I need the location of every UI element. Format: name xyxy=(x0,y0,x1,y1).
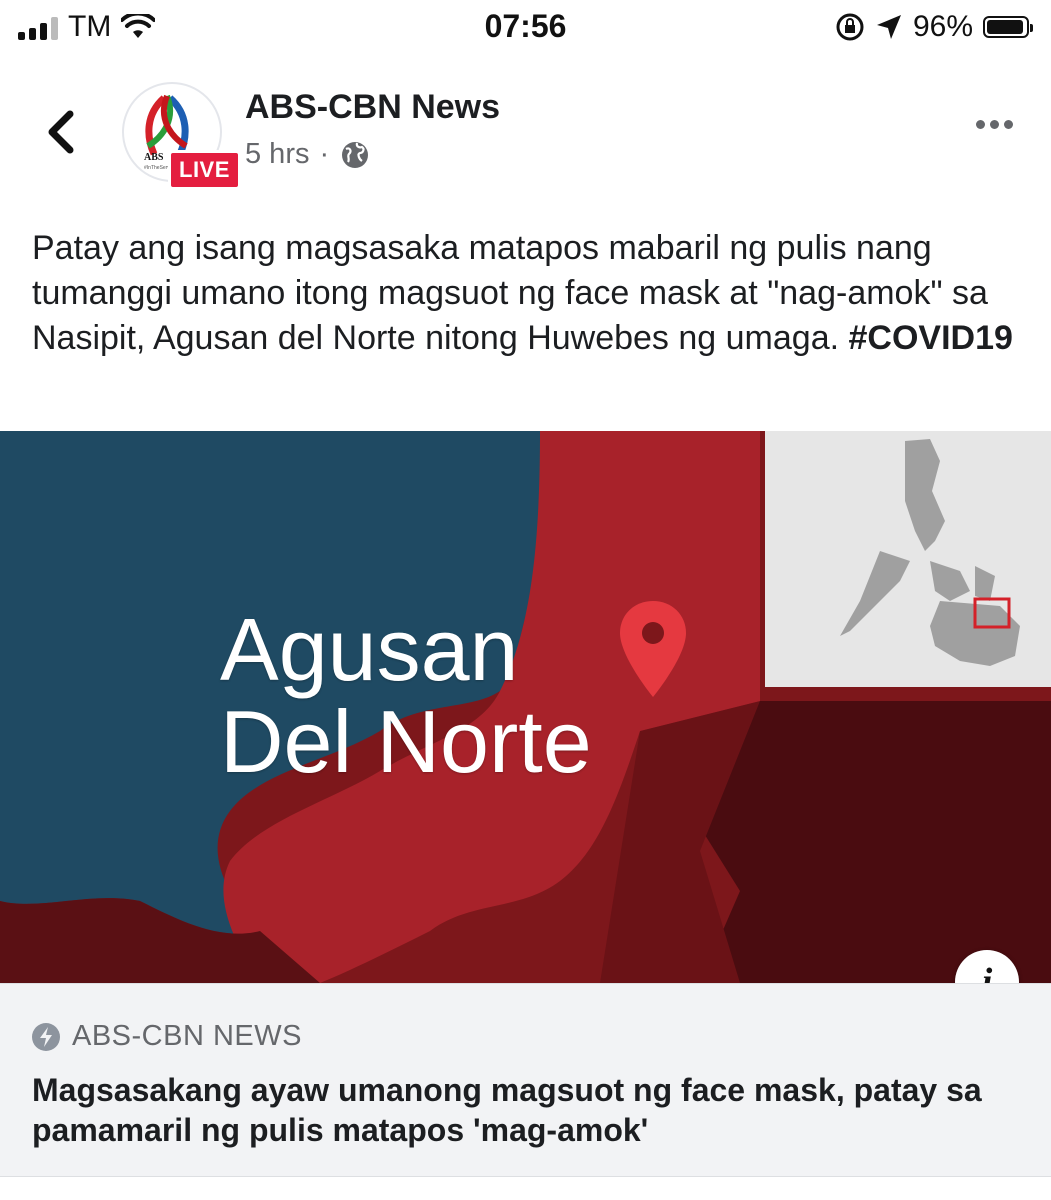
battery-percent: 96% xyxy=(912,10,973,43)
location-arrow-icon xyxy=(876,15,901,39)
link-preview[interactable]: ABS-CBN NEWS Magsasakang ayaw umanong ma… xyxy=(0,983,1051,1177)
map-pin-icon xyxy=(620,601,686,697)
globe-icon xyxy=(342,141,369,168)
source-label: ABS-CBN NEWS xyxy=(72,1020,302,1052)
status-bar: TM 07:56 96% xyxy=(0,0,1051,56)
orientation-lock-icon xyxy=(836,13,864,41)
page-name[interactable]: ABS-CBN News xyxy=(245,88,500,127)
image-title: Agusan Del Norte xyxy=(220,604,592,788)
post-header: ABS #InTheServ LIVE ABS-CBN News 5 hrs · xyxy=(0,78,1051,198)
battery-icon xyxy=(983,16,1033,38)
more-dots-icon xyxy=(976,120,985,129)
post-time[interactable]: 5 hrs xyxy=(245,138,309,171)
live-badge: LIVE xyxy=(168,150,241,190)
back-button[interactable] xyxy=(38,104,82,160)
source-row: ABS-CBN NEWS xyxy=(32,1020,302,1053)
lightning-bolt-icon xyxy=(32,1022,60,1051)
image-title-line2: Del Norte xyxy=(220,692,592,791)
back-chevron-icon xyxy=(48,110,74,154)
post-meta: 5 hrs · xyxy=(245,138,371,171)
avatar-text: ABS xyxy=(144,152,164,163)
post-text: Patay ang isang magsasaka matapos mabari… xyxy=(32,226,1022,361)
link-headline[interactable]: Magsasakang ayaw umanong magsuot ng face… xyxy=(32,1070,1022,1150)
status-right: 96% xyxy=(835,10,1033,44)
post-body-text: Patay ang isang magsasaka matapos mabari… xyxy=(32,229,988,357)
more-options-button[interactable] xyxy=(976,120,1013,129)
image-title-line1: Agusan xyxy=(220,600,519,699)
hashtag-link[interactable]: #COVID19 xyxy=(849,319,1013,357)
meta-separator: · xyxy=(319,138,330,170)
avatar-subtext: #InTheServ xyxy=(144,165,170,171)
